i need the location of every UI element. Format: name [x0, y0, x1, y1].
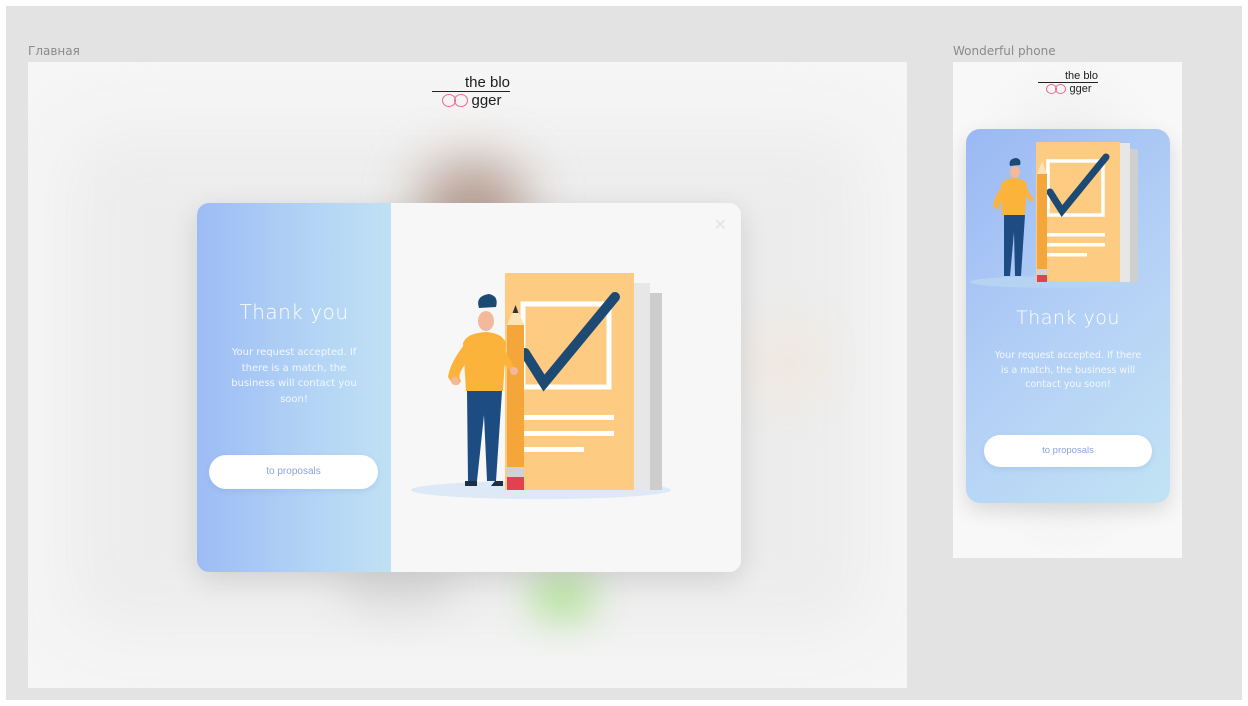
phone-logo-line1: the blo	[1064, 70, 1098, 82]
thank-you-modal: Thank you Your request accepted. If ther…	[197, 203, 741, 572]
modal-illustration-panel: ✕	[391, 203, 741, 572]
logo-line1: the blo	[464, 74, 510, 91]
design-canvas: Главная Wonderful phone the blo gger Tha…	[6, 6, 1242, 700]
modal-message: Your request accepted. If there is a mat…	[231, 347, 357, 405]
background-blur-green	[528, 572, 598, 622]
phone-title: Thank you	[1016, 307, 1120, 329]
phone-logo-line2: gger	[1069, 83, 1092, 95]
main-frame: the blo gger Thank you Your request acce…	[28, 62, 907, 688]
phone-frame: the blo gger Thank you Your request acce…	[953, 62, 1182, 558]
phone-illustration	[970, 142, 1146, 288]
phone-logo-loops-icon	[1046, 84, 1067, 94]
person-with-checklist-illustration	[411, 273, 671, 499]
frame-label-main[interactable]: Главная	[28, 44, 80, 58]
phone-logo: the blo gger	[1037, 70, 1101, 95]
phone-message: Your request accepted. If there is a mat…	[994, 350, 1142, 391]
logo-loops-icon	[442, 94, 469, 107]
frame-label-phone[interactable]: Wonderful phone	[953, 44, 1056, 58]
background-blur-beige	[748, 322, 828, 402]
logo: the blo gger	[430, 74, 514, 109]
to-proposals-button[interactable]: to proposals	[209, 455, 378, 489]
modal-title: Thank you	[239, 300, 349, 324]
phone-to-proposals-button[interactable]: to proposals	[984, 435, 1152, 467]
logo-line2: gger	[471, 92, 502, 109]
modal-left-panel: Thank you Your request accepted. If ther…	[197, 203, 391, 572]
phone-thank-you-card: Thank you Your request accepted. If ther…	[966, 129, 1170, 503]
